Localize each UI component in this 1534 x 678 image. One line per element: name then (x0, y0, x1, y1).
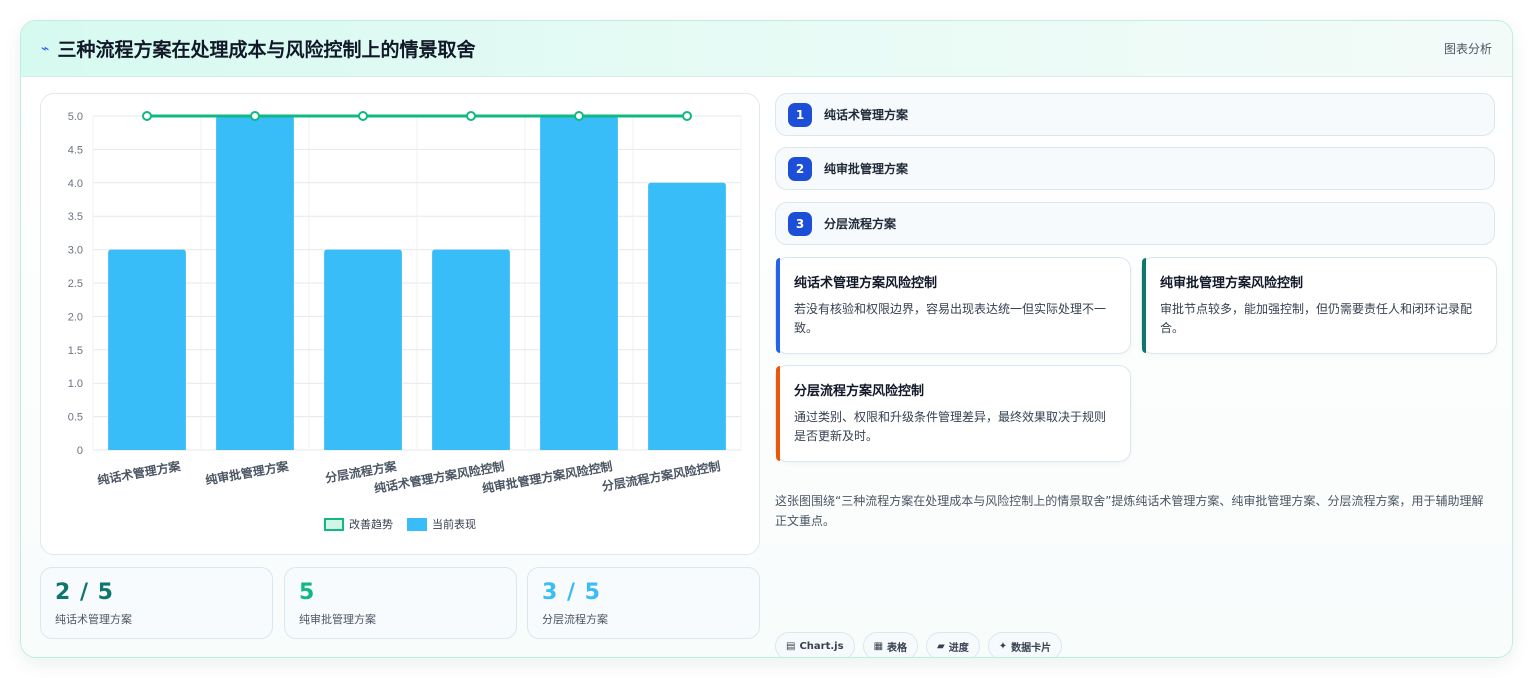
y-tick-label: 3.0 (68, 245, 83, 257)
bar-current (324, 249, 402, 450)
y-tick-label: 1.5 (68, 345, 83, 357)
risk-card-accent (776, 258, 780, 353)
legend-item-current[interactable]: 当前表现 (407, 516, 476, 532)
page-title: 三种流程方案在处理成本与风险控制上的情景取舍 (57, 39, 476, 61)
legend-label-current: 当前表现 (432, 518, 476, 531)
step-label: 纯审批管理方案 (824, 162, 909, 176)
chip-chartjs[interactable]: ▤ Chart.js (775, 632, 855, 657)
risk-card-desc: 通过类别、权限和升级条件管理差异，最终效果取决于规则是否更新及时。 (794, 410, 1107, 443)
risk-card-title: 分层流程方案风险控制 (794, 384, 925, 399)
stat-value: 2 / 5 (55, 580, 114, 605)
stat-card: 5 纯审批管理方案 (284, 567, 517, 639)
chip-label: Chart.js (799, 640, 844, 652)
bar-current (648, 182, 726, 451)
step-number-badge: 1 (788, 102, 812, 127)
risk-card: 分层流程方案风险控制 通过类别、权限和升级条件管理差异，最终效果取决于规则是否更… (775, 365, 1131, 462)
summary-text: 这张图围绕“三种流程方案在处理成本与风险控制上的情景取舍”提炼纯话术管理方案、纯… (775, 494, 1484, 528)
bar-chart-panel: 0 0.5 1.0 1.5 2.0 2.5 3.0 3.5 4.0 4.5 5.0 纯话术管理方案 纯审… (40, 93, 760, 555)
y-tick-label: 3.5 (68, 211, 83, 223)
sparkle-icon: ⌁ (41, 40, 50, 57)
stat-cards: 2 / 5 纯话术管理方案 5 纯审批管理方案 3 / 5 分层流程方案 (40, 567, 760, 639)
bar-chart: 0 0.5 1.0 1.5 2.0 2.5 3.0 3.5 4.0 4.5 5.0 纯话术管理方案 纯审… (68, 111, 742, 496)
bar-current (540, 116, 618, 450)
stat-card: 2 / 5 纯话术管理方案 (40, 567, 273, 639)
chip-label: 进度 (948, 642, 969, 654)
step-item[interactable]: 2 纯审批管理方案 (775, 147, 1495, 190)
y-tick-label: 0 (77, 445, 83, 457)
step-label: 分层流程方案 (824, 217, 897, 231)
bar-current (432, 249, 510, 450)
step-number-badge: 2 (788, 156, 812, 181)
table-icon: ▦ (873, 640, 884, 652)
stat-card: 3 / 5 分层流程方案 (527, 567, 760, 639)
stat-label: 纯话术管理方案 (55, 613, 132, 626)
legend-label-trend: 改善趋势 (349, 518, 393, 531)
chip-table[interactable]: ▦ 表格 (862, 632, 919, 657)
card-icon: ✦ (998, 640, 1008, 652)
trend-point (574, 111, 584, 121)
risk-card-accent (1142, 258, 1146, 353)
trend-point (358, 111, 368, 121)
step-label: 纯话术管理方案 (824, 108, 909, 122)
y-tick-label: 0.5 (68, 412, 83, 424)
chip-data-card[interactable]: ✦ 数据卡片 (987, 632, 1063, 657)
trend-point (250, 111, 260, 121)
step-item[interactable]: 3 分层流程方案 (775, 202, 1495, 245)
chip-label: 表格 (887, 642, 908, 654)
x-category-label: 纯话术管理方案 (96, 458, 182, 488)
chart-analysis-tag[interactable]: 图表分析 (1444, 40, 1492, 57)
trend-point (142, 111, 152, 121)
legend-item-trend[interactable]: 改善趋势 (324, 516, 393, 532)
risk-card-title: 纯审批管理方案风险控制 (1160, 276, 1304, 291)
stat-label: 分层流程方案 (542, 613, 608, 626)
chip-progress[interactable]: ▰ 进度 (926, 632, 980, 657)
stat-value: 5 (299, 580, 316, 605)
y-tick-label: 1.0 (68, 378, 83, 390)
risk-card-title: 纯话术管理方案风险控制 (794, 276, 938, 291)
y-tick-label: 4.5 (68, 144, 83, 156)
feature-chips: ▤ Chart.js ▦ 表格 ▰ 进度 ✦ 数据卡片 (775, 632, 1063, 657)
bar-current (108, 249, 186, 450)
trend-point (466, 111, 476, 121)
stat-value: 3 / 5 (542, 580, 601, 605)
y-tick-label: 4.0 (68, 178, 83, 190)
risk-card-accent (776, 366, 780, 461)
chart-legend: 改善趋势 当前表现 (41, 516, 759, 532)
x-category-label: 分层流程方案风险控制 (601, 458, 722, 494)
chart-icon: ▤ (786, 640, 796, 652)
step-item[interactable]: 1 纯话术管理方案 (775, 93, 1495, 136)
risk-card-desc: 审批节点较多，能加强控制，但仍需要责任人和闭环记录配合。 (1160, 302, 1473, 335)
risk-card-desc: 若没有核验和权限边界，容易出现表达统一但实际处理不一致。 (794, 302, 1107, 335)
x-category-label: 纯审批管理方案 (204, 458, 290, 488)
trend-point (682, 111, 692, 121)
legend-swatch-current (407, 517, 427, 531)
legend-swatch-trend (324, 517, 344, 531)
risk-card: 纯审批管理方案风险控制 审批节点较多，能加强控制，但仍需要责任人和闭环记录配合。 (1141, 257, 1497, 354)
step-number-badge: 3 (788, 211, 812, 236)
chip-label: 数据卡片 (1011, 642, 1052, 654)
y-tick-label: 2.0 (68, 311, 83, 323)
progress-icon: ▰ (937, 640, 945, 652)
stat-label: 纯审批管理方案 (299, 613, 376, 626)
card-header: ⌁ 三种流程方案在处理成本与风险控制上的情景取舍 图表分析 (21, 21, 1512, 77)
bar-current (216, 116, 294, 450)
chart-card: ⌁ 三种流程方案在处理成本与风险控制上的情景取舍 图表分析 0 0.5 1.0 1.5… (20, 20, 1513, 658)
card-body: 0 0.5 1.0 1.5 2.0 2.5 3.0 3.5 4.0 4.5 5.0 纯话术管理方案 纯审… (21, 77, 1512, 657)
y-tick-label: 5.0 (68, 111, 83, 123)
risk-card: 纯话术管理方案风险控制 若没有核验和权限边界，容易出现表达统一但实际处理不一致。 (775, 257, 1131, 354)
y-tick-label: 2.5 (68, 278, 83, 290)
